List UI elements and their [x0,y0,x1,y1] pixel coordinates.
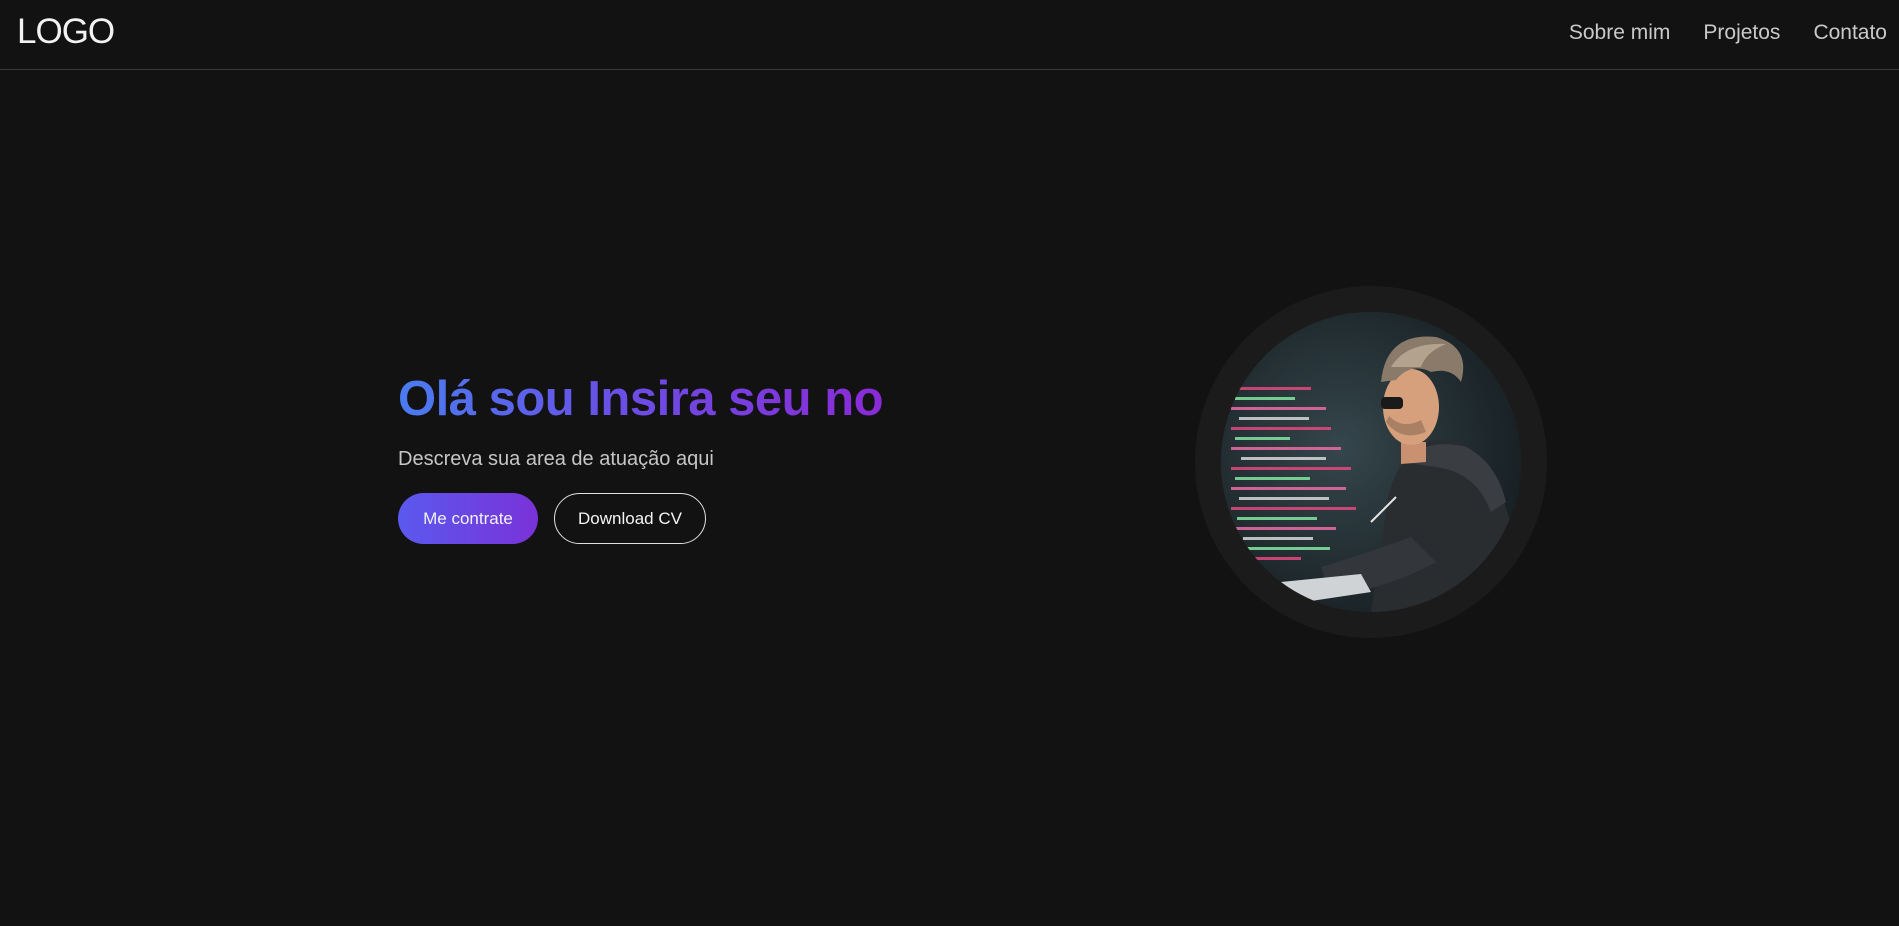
nav-link-contato[interactable]: Contato [1813,21,1887,45]
nav-link-projetos[interactable]: Projetos [1703,21,1780,45]
download-cv-button[interactable]: Download CV [554,493,706,544]
hero-section: Olá sou Insira seu no Descreva sua area … [398,370,884,544]
avatar-image [1221,312,1521,612]
site-header: LOGO Sobre mim Projetos Contato [0,0,1899,70]
hero-title: Olá sou Insira seu no [398,372,884,426]
main-nav: Sobre mim Projetos Contato [1569,21,1887,45]
hire-me-button[interactable]: Me contrate [398,493,538,544]
avatar [1221,312,1521,612]
avatar-ring [1195,286,1547,638]
hero-actions: Me contrate Download CV [398,493,883,544]
nav-link-sobre-mim[interactable]: Sobre mim [1569,21,1671,45]
hero-subtitle: Descreva sua area de atuação aqui [398,448,714,470]
logo[interactable]: LOGO [17,12,115,52]
